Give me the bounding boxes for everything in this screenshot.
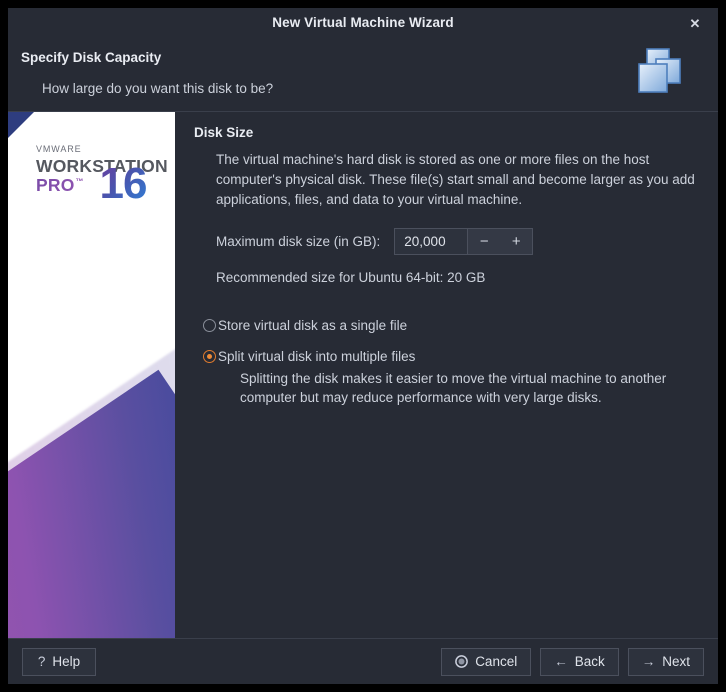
wizard-header: Specify Disk Capacity How large do you w… bbox=[8, 39, 718, 112]
wizard-body: VMWARE WORKSTATION PRO ™ 16 Disk Size Th… bbox=[8, 112, 718, 638]
disk-size-spinner[interactable]: 20,000 − + bbox=[394, 228, 534, 255]
arrow-left-icon: ← bbox=[554, 653, 568, 669]
radio-help-split-files: Splitting the disk makes it easier to mo… bbox=[240, 371, 667, 405]
close-icon[interactable]: ✕ bbox=[684, 14, 706, 34]
main-content: Disk Size The virtual machine's hard dis… bbox=[175, 112, 718, 638]
vm-stacked-squares-icon bbox=[633, 45, 691, 103]
disk-size-decrement-button[interactable]: − bbox=[467, 229, 501, 254]
back-button[interactable]: ← Back bbox=[540, 647, 619, 676]
radio-option-single-file[interactable]: Store virtual disk as a single file bbox=[203, 316, 700, 335]
next-button-label: Next bbox=[662, 654, 690, 669]
disk-size-increment-button[interactable]: + bbox=[500, 229, 533, 254]
cancel-button[interactable]: Cancel bbox=[441, 647, 532, 676]
disk-size-label: Maximum disk size (in GB): bbox=[216, 234, 381, 249]
brand-version: 16 bbox=[99, 159, 148, 209]
radio-icon-unselected[interactable] bbox=[203, 319, 216, 332]
recommended-size-text: Recommended size for Ubuntu 64-bit: 20 G… bbox=[216, 270, 486, 285]
radio-icon-selected[interactable] bbox=[203, 350, 216, 363]
section-description: The virtual machine's hard disk is store… bbox=[216, 152, 695, 207]
disk-size-row: Maximum disk size (in GB): 20,000 − + bbox=[216, 228, 700, 255]
wizard-footer: ? Help Cancel ← Back → Next bbox=[8, 638, 718, 684]
vmware-logo: VMWARE WORKSTATION PRO ™ 16 bbox=[36, 144, 171, 206]
brand-vendor: VMWARE bbox=[36, 144, 82, 154]
sidebar-corner-triangle bbox=[8, 112, 34, 138]
cancel-circle-icon bbox=[455, 655, 469, 668]
page-title: Specify Disk Capacity bbox=[21, 50, 162, 65]
cancel-button-label: Cancel bbox=[475, 654, 518, 669]
radio-label-single-file: Store virtual disk as a single file bbox=[218, 318, 408, 333]
brand-trademark: ™ bbox=[75, 177, 84, 187]
next-button[interactable]: → Next bbox=[627, 647, 704, 676]
wizard-window: New Virtual Machine Wizard ✕ Specify Dis… bbox=[8, 8, 718, 684]
window-title: New Virtual Machine Wizard bbox=[272, 15, 454, 30]
disk-storage-options: Store virtual disk as a single file Spli… bbox=[203, 316, 700, 407]
question-mark-icon: ? bbox=[37, 653, 46, 669]
radio-label-split-files: Split virtual disk into multiple files bbox=[218, 349, 416, 364]
page-subtitle: How large do you want this disk to be? bbox=[42, 81, 274, 96]
radio-option-split-files[interactable]: Split virtual disk into multiple files bbox=[203, 347, 700, 366]
back-button-label: Back bbox=[574, 654, 605, 669]
arrow-right-icon: → bbox=[641, 653, 656, 669]
disk-size-input[interactable]: 20,000 bbox=[395, 229, 468, 254]
help-button-label: Help bbox=[52, 654, 81, 669]
brand-edition: PRO bbox=[36, 175, 75, 196]
section-title: Disk Size bbox=[194, 125, 254, 140]
help-button[interactable]: ? Help bbox=[22, 647, 96, 676]
branding-sidebar: VMWARE WORKSTATION PRO ™ 16 bbox=[8, 112, 175, 638]
title-bar: New Virtual Machine Wizard ✕ bbox=[8, 8, 718, 39]
